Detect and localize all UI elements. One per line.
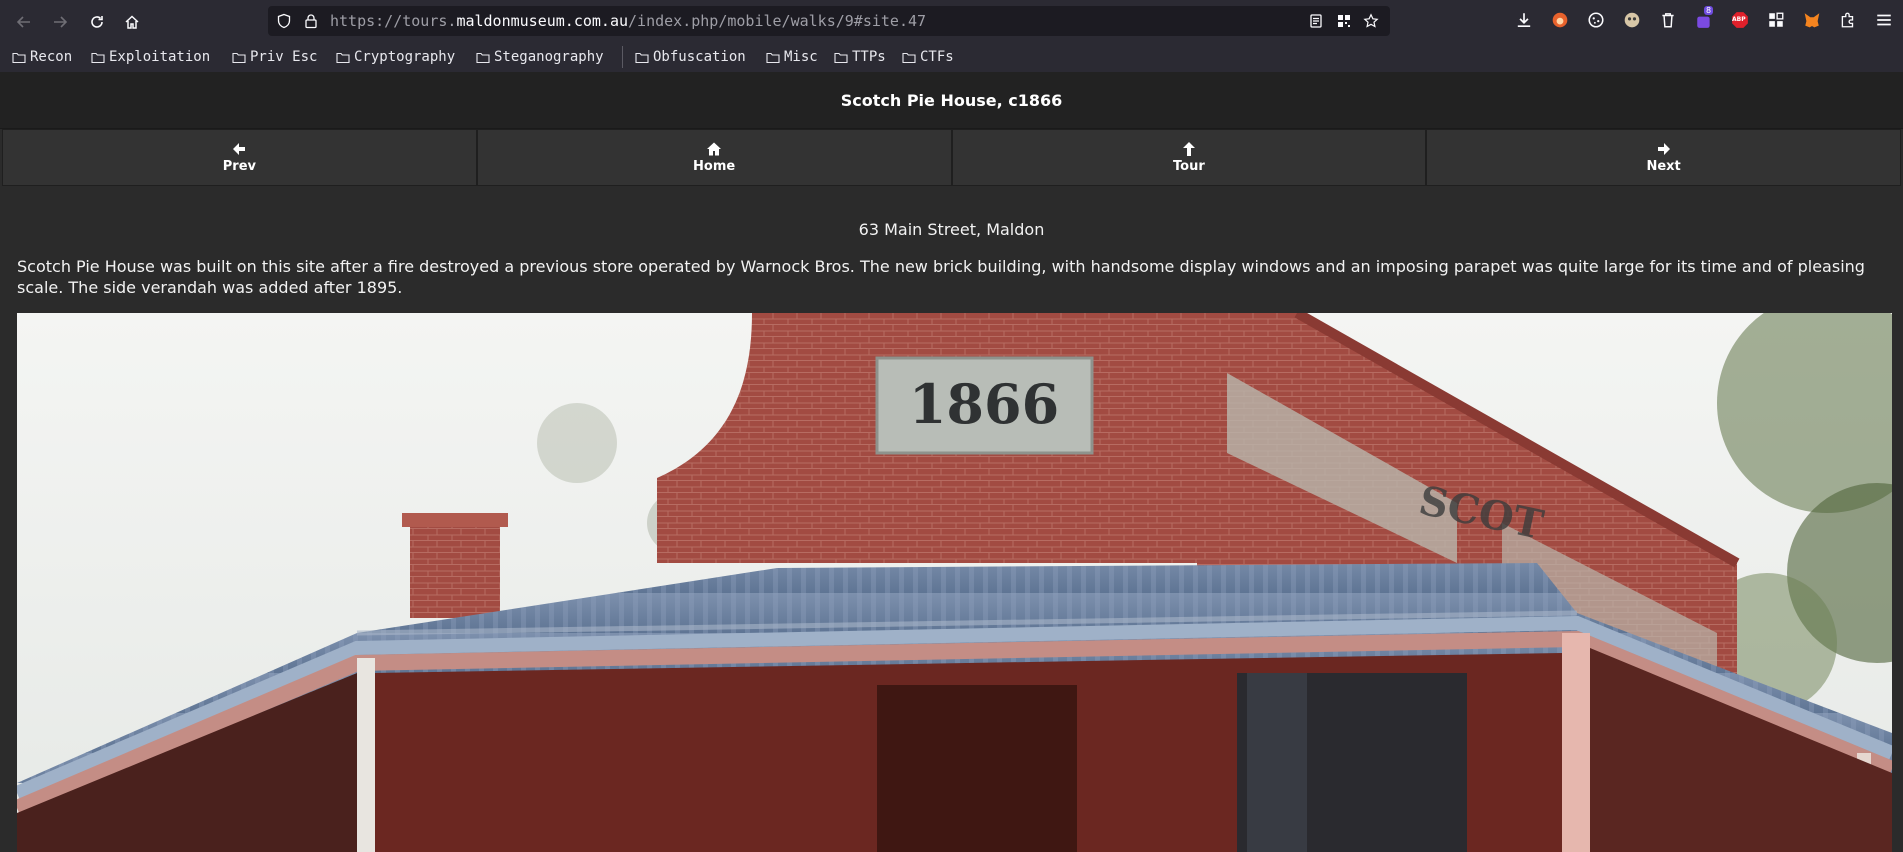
fox-head-icon xyxy=(1804,13,1820,28)
page-content: Scotch Pie House, c1866 Prev Home Tour N… xyxy=(0,72,1903,852)
bookmark-folder-exploitation[interactable]: Exploitation xyxy=(91,47,210,67)
bookmark-label: TTPs xyxy=(852,49,886,65)
folder-icon xyxy=(476,52,490,63)
extension-cookie[interactable] xyxy=(1586,10,1606,30)
trash-icon xyxy=(1662,13,1674,28)
bookmark-folder-recon[interactable]: Recon xyxy=(12,47,72,67)
bookmark-separator xyxy=(622,46,623,68)
scotch-pie-house-photo: 1866 SCOT xyxy=(17,313,1892,852)
prev-label: Prev xyxy=(222,159,256,174)
folder-icon xyxy=(766,52,780,63)
lock-icon[interactable] xyxy=(303,13,319,29)
shield-icon[interactable] xyxy=(276,13,292,29)
bookmark-folder-steganography[interactable]: Steganography xyxy=(476,47,604,67)
forward-button[interactable] xyxy=(45,9,75,35)
home-icon xyxy=(125,15,139,29)
reload-button[interactable] xyxy=(82,9,112,35)
extension-foxyproxy[interactable] xyxy=(1550,10,1570,30)
menu-button[interactable] xyxy=(1874,10,1894,30)
site-address: 63 Main Street, Maldon xyxy=(858,220,1045,239)
bookmark-label: Misc xyxy=(784,49,818,65)
arrow-left-icon xyxy=(16,16,30,28)
bookmark-star-icon[interactable] xyxy=(1363,13,1379,29)
folder-icon xyxy=(232,52,246,63)
url-bar[interactable]: https://tours.maldonmuseum.com.au/index.… xyxy=(268,6,1390,36)
bookmark-label: Steganography xyxy=(494,49,604,65)
next-button[interactable]: Next xyxy=(1426,129,1901,186)
face-icon xyxy=(1624,12,1640,28)
arrow-left-icon xyxy=(233,143,246,155)
extension-purple[interactable]: 8 xyxy=(1694,6,1714,30)
bookmark-folder-obfuscation[interactable]: Obfuscation xyxy=(635,47,746,67)
bookmark-label: Recon xyxy=(30,49,73,65)
arrow-right-icon xyxy=(54,16,68,28)
reload-icon xyxy=(91,16,103,28)
folder-icon xyxy=(902,52,916,63)
folder-icon xyxy=(12,52,26,63)
home-label: Home xyxy=(693,159,736,174)
qr-code-icon[interactable] xyxy=(1336,13,1352,29)
home-button[interactable] xyxy=(117,9,147,35)
folder-icon xyxy=(834,52,848,63)
bookmark-label: CTFs xyxy=(920,49,954,65)
page-header: Scotch Pie House, c1866 xyxy=(0,72,1903,129)
arrow-up-icon xyxy=(1182,142,1195,156)
page-title: Scotch Pie House, c1866 xyxy=(840,90,1063,110)
site-navbar: Prev Home Tour Next xyxy=(2,129,1901,186)
reader-view-icon[interactable] xyxy=(1308,13,1324,29)
bookmark-folder-ctfs[interactable]: CTFs xyxy=(902,47,954,67)
site-description: Scotch Pie House was built on this site … xyxy=(17,257,1865,297)
bookmark-label: Cryptography xyxy=(354,49,456,65)
grid-icon xyxy=(1769,12,1784,27)
adblock-label: ABP xyxy=(1732,16,1746,23)
home-icon xyxy=(707,142,722,156)
folder-icon xyxy=(91,52,105,63)
bookmark-folder-priv-esc[interactable]: Priv Esc xyxy=(232,47,317,67)
plaque-year: 1866 xyxy=(909,372,1059,436)
url-prefix: https://tours. xyxy=(330,12,457,30)
url-host: maldonmuseum.com.au xyxy=(456,12,629,30)
download-icon xyxy=(1517,13,1531,28)
extension-metamask[interactable] xyxy=(1802,10,1822,30)
next-label: Next xyxy=(1646,159,1681,174)
downloads-button[interactable] xyxy=(1514,10,1534,30)
extension-grid[interactable] xyxy=(1766,10,1786,30)
arrow-right-icon xyxy=(1657,143,1670,155)
bookmark-label: Priv Esc xyxy=(250,49,318,65)
fox-icon xyxy=(1552,12,1568,28)
folder-icon xyxy=(336,52,350,63)
bookmark-folder-misc[interactable]: Misc xyxy=(766,47,818,67)
url-path: /index.php/mobile/walks/9#site.47 xyxy=(628,12,927,30)
bookmark-folder-ttps[interactable]: TTPs xyxy=(834,47,886,67)
extension-trash[interactable] xyxy=(1658,10,1678,30)
site-photo: 1866 SCOT xyxy=(17,313,1892,852)
bookmark-label: Exploitation xyxy=(109,49,211,65)
browser-toolbar: https://tours.maldonmuseum.com.au/index.… xyxy=(0,0,1903,42)
cookie-icon xyxy=(1588,12,1604,28)
puzzle-icon xyxy=(1841,12,1854,28)
bookmarks-bar: Recon Exploitation Priv Esc Cryptography… xyxy=(0,42,1903,72)
bookmark-folder-cryptography[interactable]: Cryptography xyxy=(336,47,455,67)
prev-button[interactable]: Prev xyxy=(2,129,477,186)
extension-wappalyzer[interactable] xyxy=(1622,10,1642,30)
home-nav-button[interactable]: Home xyxy=(476,129,952,186)
bookmark-label: Obfuscation xyxy=(653,49,746,65)
url-text[interactable]: https://tours.maldonmuseum.com.au/index.… xyxy=(330,12,926,30)
folder-icon xyxy=(635,52,649,63)
back-button[interactable] xyxy=(9,9,39,35)
tour-label: Tour xyxy=(1173,159,1205,174)
extension-badge: 8 xyxy=(1704,6,1714,15)
extension-adblock[interactable]: ABP xyxy=(1730,10,1750,30)
hamburger-icon xyxy=(1877,14,1891,26)
tour-button[interactable]: Tour xyxy=(951,129,1427,186)
extensions-button[interactable] xyxy=(1838,10,1858,30)
